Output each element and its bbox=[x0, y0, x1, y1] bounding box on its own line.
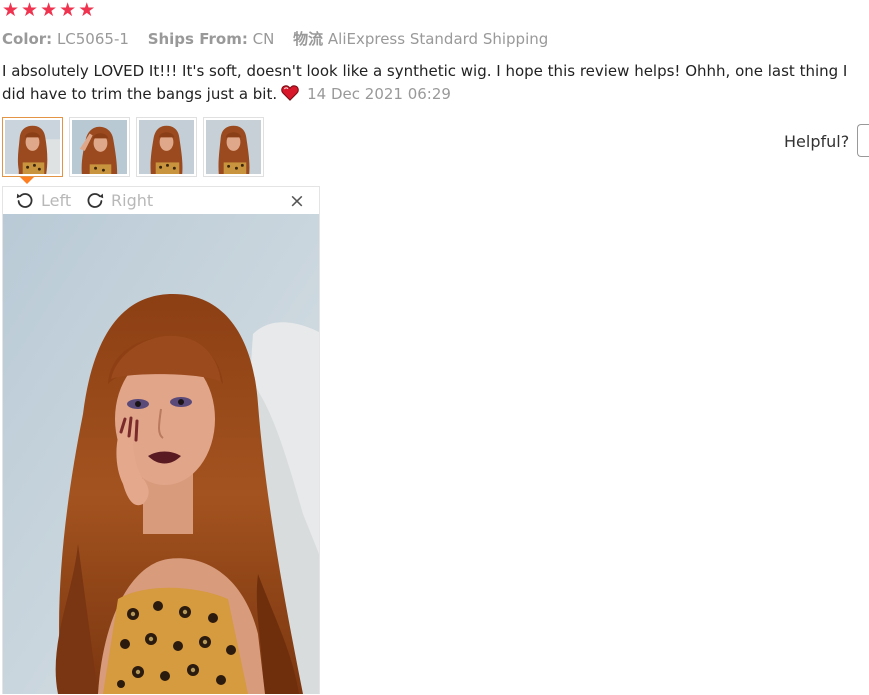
star-icon: ★ bbox=[2, 0, 20, 21]
thumbnail-image bbox=[5, 120, 60, 174]
rotate-left-label: Left bbox=[41, 190, 72, 210]
helpful-yes-button[interactable] bbox=[857, 124, 869, 157]
logistics-label: 物流 bbox=[293, 30, 324, 48]
review-thumbnail[interactable] bbox=[69, 117, 130, 177]
thumbnail-image bbox=[72, 120, 127, 174]
color-label: Color: bbox=[2, 30, 53, 48]
review-image-thumbnails bbox=[2, 117, 264, 177]
rotate-right-label: Right bbox=[111, 190, 154, 210]
viewer-toolbar: Left Right × bbox=[3, 187, 319, 213]
helpful-label: Helpful? bbox=[784, 132, 850, 151]
rotate-left-icon bbox=[16, 193, 33, 208]
ships-from-label: Ships From: bbox=[147, 30, 248, 48]
color-value: LC5065-1 bbox=[56, 30, 129, 48]
rotate-right-icon bbox=[87, 193, 104, 208]
rating-stars: ★ ★ ★ ★ ★ bbox=[2, 0, 95, 20]
heart-icon bbox=[281, 85, 299, 101]
star-icon: ★ bbox=[21, 0, 39, 21]
star-icon: ★ bbox=[40, 0, 58, 21]
star-icon: ★ bbox=[78, 0, 96, 21]
review-photo bbox=[3, 214, 319, 694]
review-thumbnail[interactable] bbox=[203, 117, 264, 177]
logistics-value: AliExpress Standard Shipping bbox=[327, 30, 549, 48]
thumbnail-image bbox=[139, 120, 194, 174]
review-body: I absolutely LOVED It!!! It's soft, does… bbox=[2, 60, 868, 106]
rotate-right-button[interactable]: Right bbox=[85, 190, 153, 210]
review-date: 14 Dec 2021 06:29 bbox=[307, 85, 451, 103]
review-thumbnail[interactable] bbox=[136, 117, 197, 177]
thumbnail-image bbox=[206, 120, 261, 174]
close-icon[interactable]: × bbox=[289, 191, 305, 211]
image-viewer: Left Right × bbox=[2, 186, 320, 694]
rotate-left-button[interactable]: Left bbox=[15, 190, 71, 210]
review-thumbnail[interactable] bbox=[2, 117, 63, 177]
star-icon: ★ bbox=[59, 0, 77, 21]
active-thumbnail-caret bbox=[20, 177, 34, 184]
ships-from-value: CN bbox=[252, 30, 275, 48]
order-meta: Color: LC5065-1 Ships From: CN 物流 AliExp… bbox=[2, 29, 562, 49]
review-photo-image bbox=[3, 214, 319, 694]
